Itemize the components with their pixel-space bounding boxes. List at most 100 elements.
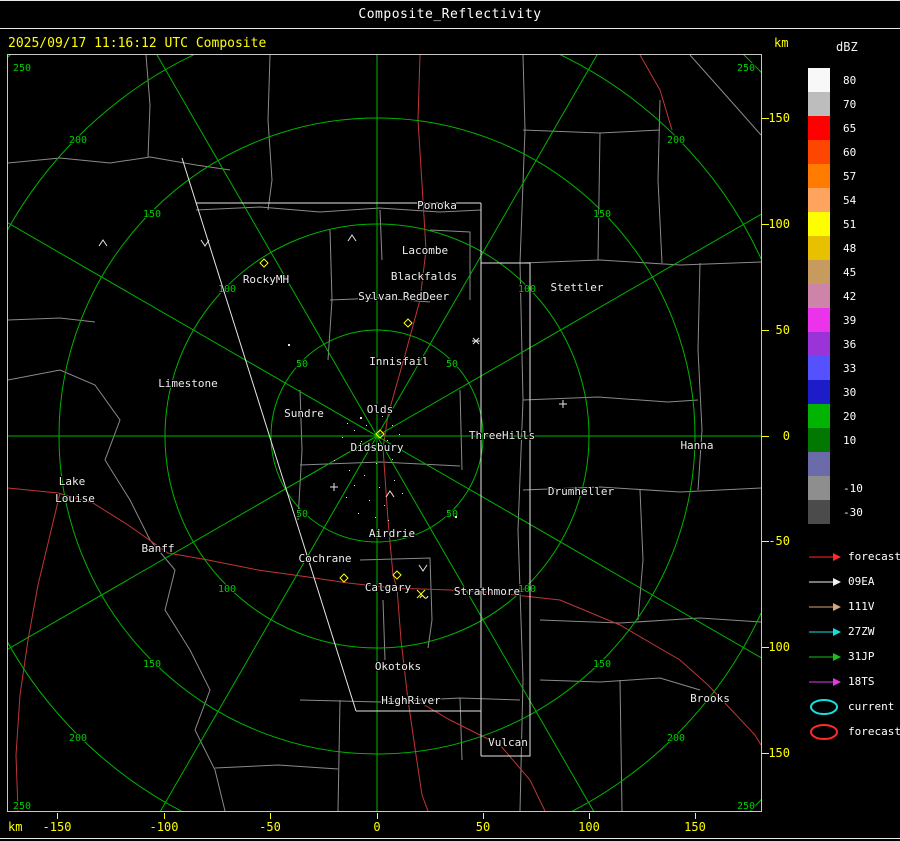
colorbar-row: 70 <box>808 92 875 116</box>
colorbar-label: 20 <box>843 409 857 423</box>
current-ellipse-icon <box>810 698 838 715</box>
city-label-olds: Olds <box>367 403 394 416</box>
colorbar-swatch <box>808 188 830 212</box>
colorbar-row: 54 <box>808 188 875 212</box>
site-markers <box>259 258 426 599</box>
x-axis-tick <box>57 813 58 819</box>
boundary <box>522 396 699 403</box>
timestamp: 2025/09/17 11:16:12 UTC Composite <box>8 36 267 51</box>
legend-item: 27ZW <box>808 619 900 644</box>
colorbar-row: 65 <box>808 116 875 140</box>
y-axis-unit-label: km <box>774 36 789 50</box>
colorbar-swatch <box>808 284 830 308</box>
colorbar-swatch <box>808 404 830 428</box>
boundary <box>619 679 623 811</box>
caret-down-symbol <box>418 564 428 572</box>
colorbar-row: 20 <box>808 404 875 428</box>
colorbar-swatch <box>808 356 830 380</box>
x-axis-tick <box>270 813 271 819</box>
x-axis-tick <box>589 813 590 819</box>
colorbar-label: 10 <box>843 433 857 447</box>
x-axis-tick <box>695 813 696 819</box>
boundary <box>657 99 663 264</box>
colorbar-label: 51 <box>843 217 857 231</box>
colorbar-label: 57 <box>843 169 857 183</box>
forecast-ellipse-icon <box>810 723 838 740</box>
dbz-colorbar: 80 70 65 60 57 54 51 48 45 42 39 36 33 3… <box>808 68 875 524</box>
colorbar-label: -30 <box>843 505 863 519</box>
colorbar-swatch <box>808 332 830 356</box>
storm-id-arrow-icon <box>809 677 841 686</box>
range-ring-label: 50 <box>446 509 458 520</box>
city-label-banff: Banff <box>141 542 174 555</box>
legend-item: forecast <box>808 544 900 569</box>
city-label-stettler: Stettler <box>551 281 604 294</box>
x-axis-tick-label: -150 <box>42 820 72 834</box>
caret-down-symbol <box>200 239 210 247</box>
boundary <box>697 262 703 491</box>
x-axis-unit-label: km <box>8 820 23 834</box>
plus-symbol <box>559 400 567 408</box>
range-ring-label: 100 <box>518 584 536 595</box>
y-axis-tick-label: 100 <box>768 217 790 231</box>
caret-up-symbol <box>347 234 357 242</box>
colorbar-row: 60 <box>808 140 875 164</box>
colorbar-row: 42 <box>808 284 875 308</box>
colorbar-label: 36 <box>843 337 857 351</box>
range-ring-label: 150 <box>143 209 161 220</box>
range-ring-label: 150 <box>593 209 611 220</box>
x-axis-tick-label: 50 <box>475 820 491 834</box>
city-label-didsbury: Didsbury <box>351 441 404 454</box>
caret-up-symbol <box>98 239 108 247</box>
y-axis-tick-label: 150 <box>768 111 790 125</box>
x-axis-tick-label: -100 <box>149 820 179 834</box>
range-ring-label: 250 <box>13 801 31 811</box>
title-bar: Composite_Reflectivity <box>0 0 900 29</box>
colorbar-label: 42 <box>843 289 857 303</box>
caret-up-symbol <box>385 490 395 498</box>
range-ring-label: 50 <box>446 359 458 370</box>
colorbar-swatch <box>808 92 830 116</box>
city-label-limestone: Limestone <box>158 377 218 390</box>
boundary <box>459 389 463 471</box>
range-ring-label: 200 <box>667 135 685 146</box>
colorbar-swatch <box>808 140 830 164</box>
legend-label: 111V <box>848 600 875 613</box>
radar-map-canvas[interactable]: 50 100 150 200 250 50 100 150 200 250 50… <box>7 54 762 812</box>
city-label-sundre: Sundre <box>284 407 324 420</box>
city-label-innisfail: Innisfail <box>369 355 429 368</box>
colorbar-label: 80 <box>843 73 857 87</box>
plus-symbol <box>330 483 338 491</box>
legend-item: current <box>808 694 900 719</box>
boundary <box>597 132 601 261</box>
colorbar-swatch <box>808 476 830 500</box>
colorbar-row: -30 <box>808 500 875 524</box>
colorbar-row: 10 <box>808 428 875 452</box>
city-label-airdrie: Airdrie <box>369 527 415 540</box>
y-axis-tick-label: 50 <box>775 323 790 337</box>
colorbar-swatch <box>808 428 830 452</box>
city-label-threehills: ThreeHills <box>469 429 535 442</box>
colorbar-label: 70 <box>843 97 857 111</box>
colorbar-swatch <box>808 236 830 260</box>
x-axis-tick <box>164 813 165 819</box>
colorbar-label: 45 <box>843 265 857 279</box>
radar-map-svg: 50 100 150 200 250 50 100 150 200 250 50… <box>8 55 761 811</box>
x-axis-tick <box>483 813 484 819</box>
city-label-sylvan: Sylvan <box>358 290 398 303</box>
legend-label: forecast <box>848 725 900 738</box>
x-axis-tick-label: 150 <box>684 820 706 834</box>
colorbar-row: 33 <box>808 356 875 380</box>
coverage-outline <box>181 157 531 757</box>
boundary <box>337 699 341 811</box>
range-ring-label: 250 <box>13 63 31 74</box>
highway <box>392 587 761 746</box>
colorbar-row: 57 <box>808 164 875 188</box>
colorbar-label: 39 <box>843 313 857 327</box>
colorbar-label: 65 <box>843 121 857 135</box>
range-ring-label: 200 <box>69 135 87 146</box>
range-ring-label: 50 <box>296 509 308 520</box>
city-label-brooks: Brooks <box>690 692 730 705</box>
boundary <box>637 489 644 621</box>
city-label-okotoks: Okotoks <box>375 660 421 673</box>
